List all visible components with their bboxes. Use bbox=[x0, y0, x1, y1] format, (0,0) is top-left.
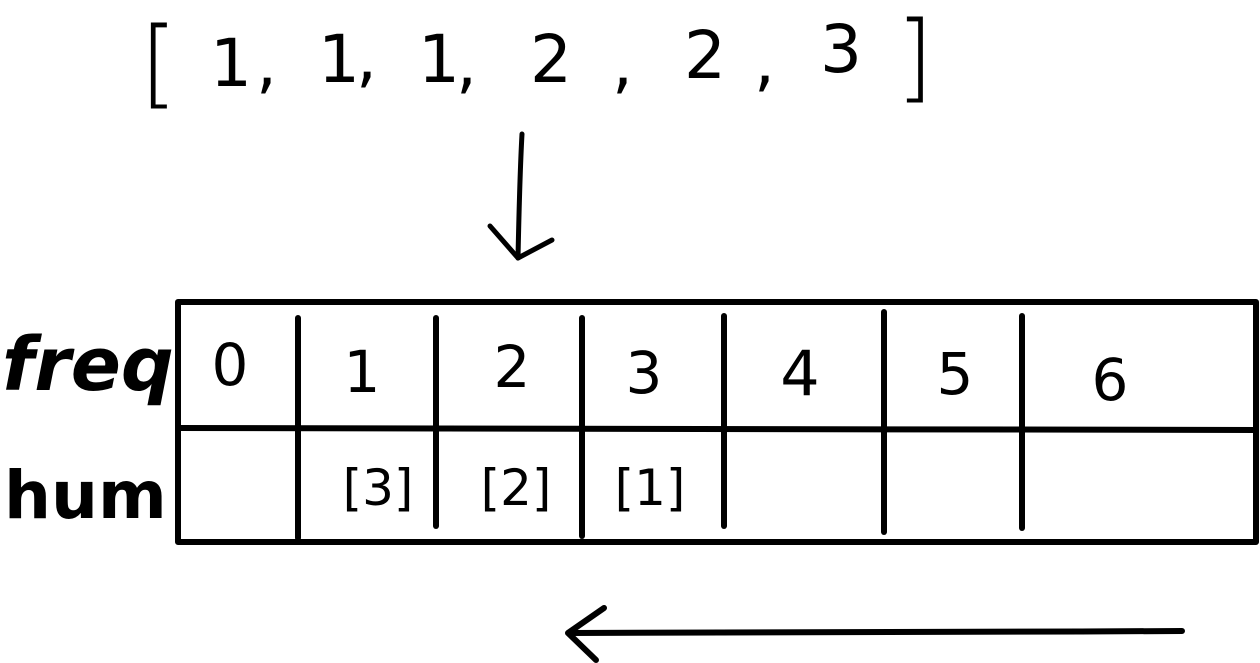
input-value-3: 1 bbox=[418, 21, 460, 98]
input-separator-2: , bbox=[356, 19, 377, 96]
freq-cell-6: 6 bbox=[1092, 346, 1129, 414]
input-array: [ 1 , 1 , 1 , 2 , 2 , 3 ] bbox=[140, 1, 933, 119]
num-row: [3] [2] [1] bbox=[343, 459, 686, 517]
left-arrow bbox=[565, 605, 1185, 663]
left-arrow-shaft bbox=[567, 628, 1185, 636]
input-value-2: 1 bbox=[318, 21, 360, 98]
freq-cell-0: 0 bbox=[212, 331, 249, 399]
table-row-divider bbox=[175, 425, 1259, 433]
input-value-1: 1 bbox=[210, 25, 252, 102]
input-close-bracket: ] bbox=[896, 1, 933, 113]
freq-cell-3: 3 bbox=[626, 339, 663, 407]
freq-cell-4: 4 bbox=[780, 337, 819, 410]
num-cell-2: [2] bbox=[481, 459, 552, 517]
bucket-sort-diagram: [ 1 , 1 , 1 , 2 , 2 , 3 ] freq hum 0 1 2 bbox=[2, 1, 1259, 663]
row-label-num: hum bbox=[4, 457, 167, 534]
input-separator-4: , bbox=[612, 25, 633, 102]
input-separator-3: , bbox=[456, 25, 477, 102]
input-value-4: 2 bbox=[530, 21, 572, 98]
input-value-6: 3 bbox=[820, 11, 862, 88]
down-arrow bbox=[487, 131, 555, 261]
freq-cell-1: 1 bbox=[344, 338, 381, 406]
input-open-bracket: [ bbox=[140, 7, 177, 119]
input-separator-1: , bbox=[256, 25, 277, 102]
freq-cell-2: 2 bbox=[494, 333, 531, 401]
input-separator-5: , bbox=[754, 23, 775, 100]
down-arrow-shaft bbox=[515, 131, 525, 261]
num-cell-3: [1] bbox=[615, 459, 686, 517]
table-border bbox=[175, 299, 1259, 545]
input-value-5: 2 bbox=[684, 17, 726, 94]
bucket-table bbox=[175, 299, 1259, 545]
freq-row: 0 1 2 3 4 5 6 bbox=[212, 331, 1129, 414]
freq-cell-5: 5 bbox=[937, 340, 974, 408]
row-label-freq: freq bbox=[2, 322, 174, 408]
num-cell-1: [3] bbox=[343, 459, 414, 517]
